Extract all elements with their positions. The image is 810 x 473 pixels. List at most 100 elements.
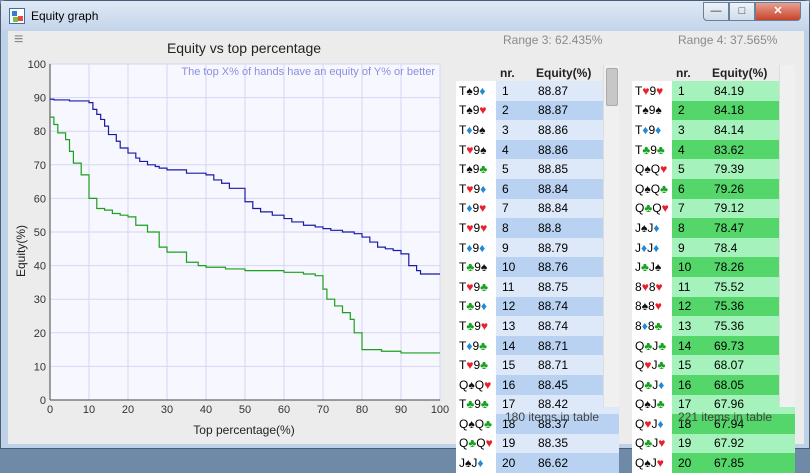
x-tick-label: 0 <box>47 404 53 416</box>
range4-scrollbar[interactable] <box>779 65 795 407</box>
rank-cell: 2 <box>672 100 708 121</box>
suit-icon: ♥ <box>658 436 666 451</box>
rank-cell: 15 <box>496 355 532 375</box>
table-row[interactable]: T♣9♥ 13 88.74 <box>456 316 619 336</box>
hand-cell: J♠J♦ <box>632 218 672 238</box>
table-row[interactable]: T♠9♠ 2 84.18 <box>632 100 795 121</box>
table-row[interactable]: 8♥8♥ 11 75.52 <box>632 276 795 297</box>
card-rank: 9 <box>474 260 481 275</box>
table-row[interactable]: Q♣Q♥ 19 88.35 <box>456 433 619 454</box>
rank-cell: 8 <box>496 218 532 238</box>
table-row[interactable]: T♥9♣ 11 88.75 <box>456 276 619 297</box>
rank-cell: 2 <box>496 100 532 121</box>
table-row[interactable]: Q♣Q♥ 7 79.12 <box>632 198 795 219</box>
col-nr[interactable]: nr. <box>496 65 532 81</box>
rank-cell: 16 <box>672 374 708 395</box>
suit-icon: ♦ <box>479 83 486 98</box>
x-tick-label: 100 <box>431 404 449 416</box>
suit-icon: ♠ <box>654 260 662 275</box>
maximize-icon[interactable]: □ <box>729 2 755 21</box>
rank-cell: 20 <box>496 453 532 473</box>
table-row[interactable]: T♣9♣ 4 83.62 <box>632 139 795 160</box>
col-nr[interactable]: nr. <box>672 65 708 81</box>
card-rank: Q <box>635 416 645 431</box>
rank-cell: 8 <box>672 218 708 238</box>
table-row[interactable]: T♦9♦ 9 88.79 <box>456 237 619 258</box>
title-bar[interactable]: Equity graph — □ ✕ <box>1 1 809 31</box>
card-rank: Q <box>474 377 485 392</box>
x-tick-label: 10 <box>83 404 95 416</box>
table-row[interactable]: Q♣J♦ 16 68.05 <box>632 374 795 395</box>
close-icon[interactable]: ✕ <box>755 2 801 21</box>
hand-cell: T♥9♦ <box>456 178 496 199</box>
rank-cell: 14 <box>496 335 532 356</box>
rank-cell: 16 <box>496 374 532 395</box>
hand-cell: T♥9♠ <box>456 139 496 160</box>
hand-cell: J♣J♠ <box>632 257 672 277</box>
minimize-icon[interactable]: — <box>703 2 729 21</box>
table-row[interactable]: T♣9♦ 12 88.74 <box>456 296 619 317</box>
hand-cell: T♣9♣ <box>456 394 496 415</box>
x-tick-label: 20 <box>122 404 134 416</box>
table-row[interactable]: J♠J♦ 8 78.47 <box>632 218 795 238</box>
rank-cell: 9 <box>672 237 708 258</box>
card-rank: 9 <box>474 299 481 314</box>
table-row[interactable]: Q♠Q♣ 6 79.26 <box>632 178 795 199</box>
suit-icon: ♣ <box>657 358 666 373</box>
equity-graph-window: Equity graph — □ ✕ ≡ Equity vs top perce… <box>0 0 810 473</box>
rank-cell: 10 <box>672 257 708 277</box>
hand-cell: J♠J♦ <box>456 453 496 473</box>
table-row[interactable]: J♣J♠ 10 78.26 <box>632 257 795 277</box>
table-row[interactable]: T♥9♣ 15 88.71 <box>456 355 619 375</box>
table-row[interactable]: T♥9♥ 1 84.19 <box>632 81 795 101</box>
card-rank: 8 <box>648 299 655 314</box>
card-rank: Q <box>476 436 486 451</box>
table-row[interactable]: T♥9♠ 4 88.86 <box>456 139 619 160</box>
table-row[interactable]: J♠J♦ 20 86.62 <box>456 453 619 473</box>
table-row[interactable]: T♣9♠ 10 88.76 <box>456 257 619 277</box>
rank-cell: 13 <box>672 316 708 336</box>
card-rank: Q <box>635 201 645 216</box>
table-row[interactable]: T♦9♠ 3 88.86 <box>456 120 619 140</box>
y-tick-label: 0 <box>40 395 46 407</box>
hand-cell: T♥9♣ <box>456 276 496 297</box>
table-row[interactable]: T♦9♥ 7 88.84 <box>456 198 619 219</box>
table-row[interactable]: T♠9♣ 5 88.85 <box>456 159 619 179</box>
hand-cell: T♦9♦ <box>456 237 496 258</box>
table-row[interactable]: T♦9♣ 14 88.71 <box>456 335 619 356</box>
card-rank: Q <box>635 162 645 177</box>
table-row[interactable]: Q♠J♥ 20 67.85 <box>632 453 795 473</box>
card-rank: Q <box>652 201 662 216</box>
table-row[interactable]: T♠9♦ 1 88.87 <box>456 81 619 101</box>
table-row[interactable]: Q♠Q♥ 16 88.45 <box>456 374 619 395</box>
range3-scrollbar[interactable] <box>603 65 619 407</box>
chart-title: Equity vs top percentage <box>167 40 321 56</box>
table-row[interactable]: Q♠Q♥ 5 79.39 <box>632 159 795 179</box>
x-tick-label: 50 <box>239 404 251 416</box>
table-row[interactable]: 8♠8♥ 12 75.36 <box>632 296 795 317</box>
y-tick-label: 50 <box>34 227 46 239</box>
table-row[interactable]: Q♣J♣ 14 69.73 <box>632 335 795 356</box>
table-row[interactable]: T♥9♥ 8 88.8 <box>456 218 619 238</box>
suit-icon: ♦ <box>658 377 665 392</box>
suit-icon: ♦ <box>477 456 484 471</box>
hand-cell: T♥9♥ <box>456 218 496 238</box>
equity-chart: Equity vs top percentage Top percentage(… <box>14 40 449 437</box>
table-row[interactable]: J♦J♦ 9 78.4 <box>632 237 795 258</box>
suit-icon: ♠ <box>480 142 487 157</box>
hand-cell: Q♥J♣ <box>632 355 672 375</box>
table-row[interactable]: T♥9♦ 6 88.84 <box>456 178 619 199</box>
rank-cell: 12 <box>496 296 532 317</box>
rank-cell: 7 <box>496 198 532 219</box>
table-row[interactable]: 8♦8♣ 13 75.36 <box>632 316 795 336</box>
table-row[interactable]: Q♣J♥ 19 67.92 <box>632 433 795 454</box>
range4-title: Range 4: 37.565% <box>678 33 778 47</box>
rank-cell: 9 <box>496 237 532 258</box>
suit-icon: ♥ <box>479 103 487 118</box>
table-row[interactable]: T♠9♥ 2 88.87 <box>456 100 619 121</box>
hand-cell: Q♣J♦ <box>632 374 672 395</box>
table-row[interactable]: T♦9♦ 3 84.14 <box>632 120 795 140</box>
table-row[interactable]: Q♥J♣ 15 68.07 <box>632 355 795 375</box>
hand-cell: T♥9♣ <box>456 355 496 375</box>
suit-icon: ♣ <box>660 181 668 196</box>
